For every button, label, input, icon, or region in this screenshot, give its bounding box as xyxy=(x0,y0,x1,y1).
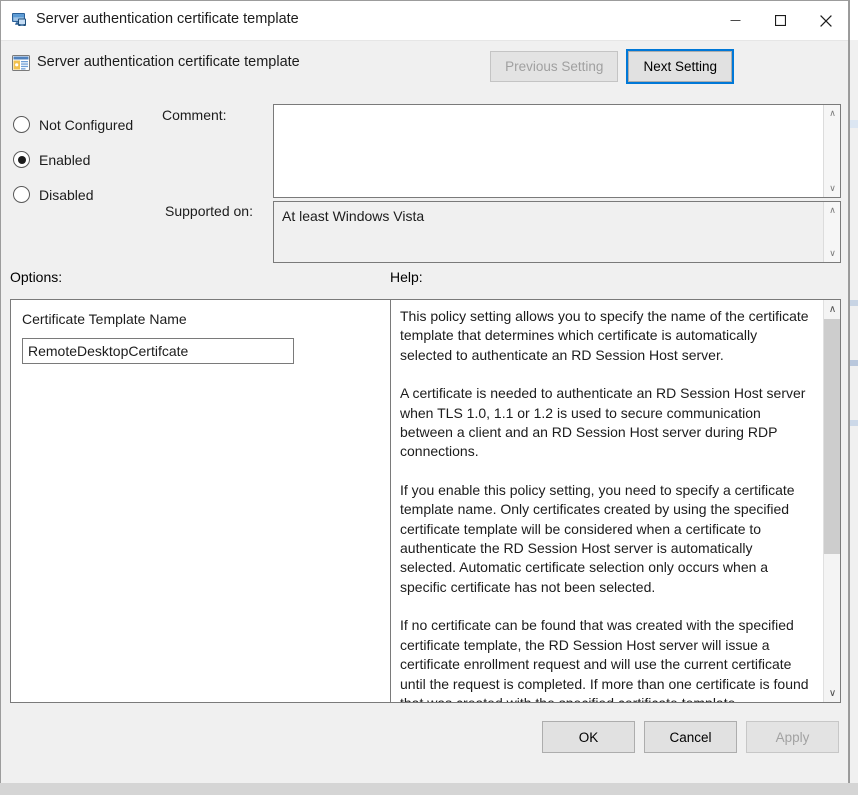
radio-enabled-label: Enabled xyxy=(39,151,91,168)
radio-disabled-label: Disabled xyxy=(39,186,94,203)
certificate-template-name-input[interactable] xyxy=(22,338,294,364)
help-scrollbar[interactable]: ∧ ∨ xyxy=(823,300,840,702)
policy-setting-dialog: Server authentication certificate templa… xyxy=(0,0,849,786)
comment-scroll-up-icon[interactable]: ∧ xyxy=(824,105,840,122)
help-paragraph: If no certificate can be found that was … xyxy=(400,617,809,702)
supported-on-textarea: At least Windows Vista ∧ ∨ xyxy=(273,201,841,263)
help-text: This policy setting allows you to specif… xyxy=(391,300,822,702)
group-policy-setting-icon xyxy=(11,53,31,73)
comment-textarea[interactable]: ∧ ∨ xyxy=(273,104,841,198)
minimize-button[interactable] xyxy=(713,1,758,40)
setting-title: Server authentication certificate templa… xyxy=(37,54,300,70)
background-window-bottom xyxy=(0,783,858,795)
radio-enabled-mark xyxy=(13,151,30,168)
setting-state-region: Not Configured Enabled Disabled Comment:… xyxy=(1,99,848,263)
cancel-button[interactable]: Cancel xyxy=(644,721,737,753)
supported-on-scroll-down-icon[interactable]: ∨ xyxy=(824,245,840,262)
supported-on-scrollbar[interactable]: ∧ ∨ xyxy=(823,202,840,262)
radio-disabled-mark xyxy=(13,186,30,203)
pane-labels: Options: Help: xyxy=(1,261,848,299)
panes-region: Certificate Template Name This policy se… xyxy=(1,299,848,706)
radio-not-configured-label: Not Configured xyxy=(39,116,134,133)
minimize-icon xyxy=(730,20,741,21)
screen: Server authentication certificate templa… xyxy=(0,0,858,795)
help-paragraph: If you enable this policy setting, you n… xyxy=(400,481,795,595)
window-controls xyxy=(713,1,848,40)
ok-button[interactable]: OK xyxy=(542,721,635,753)
dialog-footer: OK Cancel Apply xyxy=(1,706,848,768)
window-title: Server authentication certificate templa… xyxy=(36,11,299,27)
help-label: Help: xyxy=(390,269,423,285)
radio-not-configured[interactable]: Not Configured xyxy=(13,107,133,142)
state-radio-group: Not Configured Enabled Disabled xyxy=(13,107,133,212)
supported-on-value: At least Windows Vista xyxy=(282,208,425,224)
comment-scrollbar[interactable]: ∧ ∨ xyxy=(823,105,840,197)
options-pane: Certificate Template Name xyxy=(10,299,392,703)
supported-on-label: Supported on: xyxy=(165,203,253,219)
background-window-sliver xyxy=(850,0,858,795)
help-scrollbar-thumb[interactable] xyxy=(824,319,840,554)
help-scroll-up-icon[interactable]: ∧ xyxy=(824,300,840,318)
title-bar[interactable]: Server authentication certificate templa… xyxy=(1,1,848,41)
next-setting-button[interactable]: Next Setting xyxy=(626,49,734,84)
certificate-template-name-label: Certificate Template Name xyxy=(22,311,187,327)
radio-enabled[interactable]: Enabled xyxy=(13,142,133,177)
comment-scroll-down-icon[interactable]: ∨ xyxy=(824,180,840,197)
previous-setting-button[interactable]: Previous Setting xyxy=(490,51,619,82)
help-paragraph: This policy setting allows you to specif… xyxy=(400,308,809,363)
maximize-icon xyxy=(775,15,786,26)
footer-buttons: OK Cancel Apply xyxy=(542,721,839,753)
maximize-button[interactable] xyxy=(758,1,803,40)
close-icon xyxy=(819,14,832,27)
setting-navigation: Previous Setting Next Setting xyxy=(490,49,734,84)
radio-not-configured-mark xyxy=(13,116,30,133)
options-label: Options: xyxy=(10,269,63,285)
help-pane: This policy setting allows you to specif… xyxy=(390,299,841,703)
background-window-edge xyxy=(849,0,850,795)
help-paragraph: A certificate is needed to authenticate … xyxy=(400,385,806,460)
close-button[interactable] xyxy=(803,1,848,40)
comment-label: Comment: xyxy=(162,107,227,123)
radio-disabled[interactable]: Disabled xyxy=(13,177,133,212)
remote-desktop-icon xyxy=(11,11,29,29)
supported-on-scroll-up-icon[interactable]: ∧ xyxy=(824,202,840,219)
setting-header: Server authentication certificate templa… xyxy=(1,41,848,99)
help-scroll-down-icon[interactable]: ∨ xyxy=(824,684,840,702)
apply-button[interactable]: Apply xyxy=(746,721,839,753)
